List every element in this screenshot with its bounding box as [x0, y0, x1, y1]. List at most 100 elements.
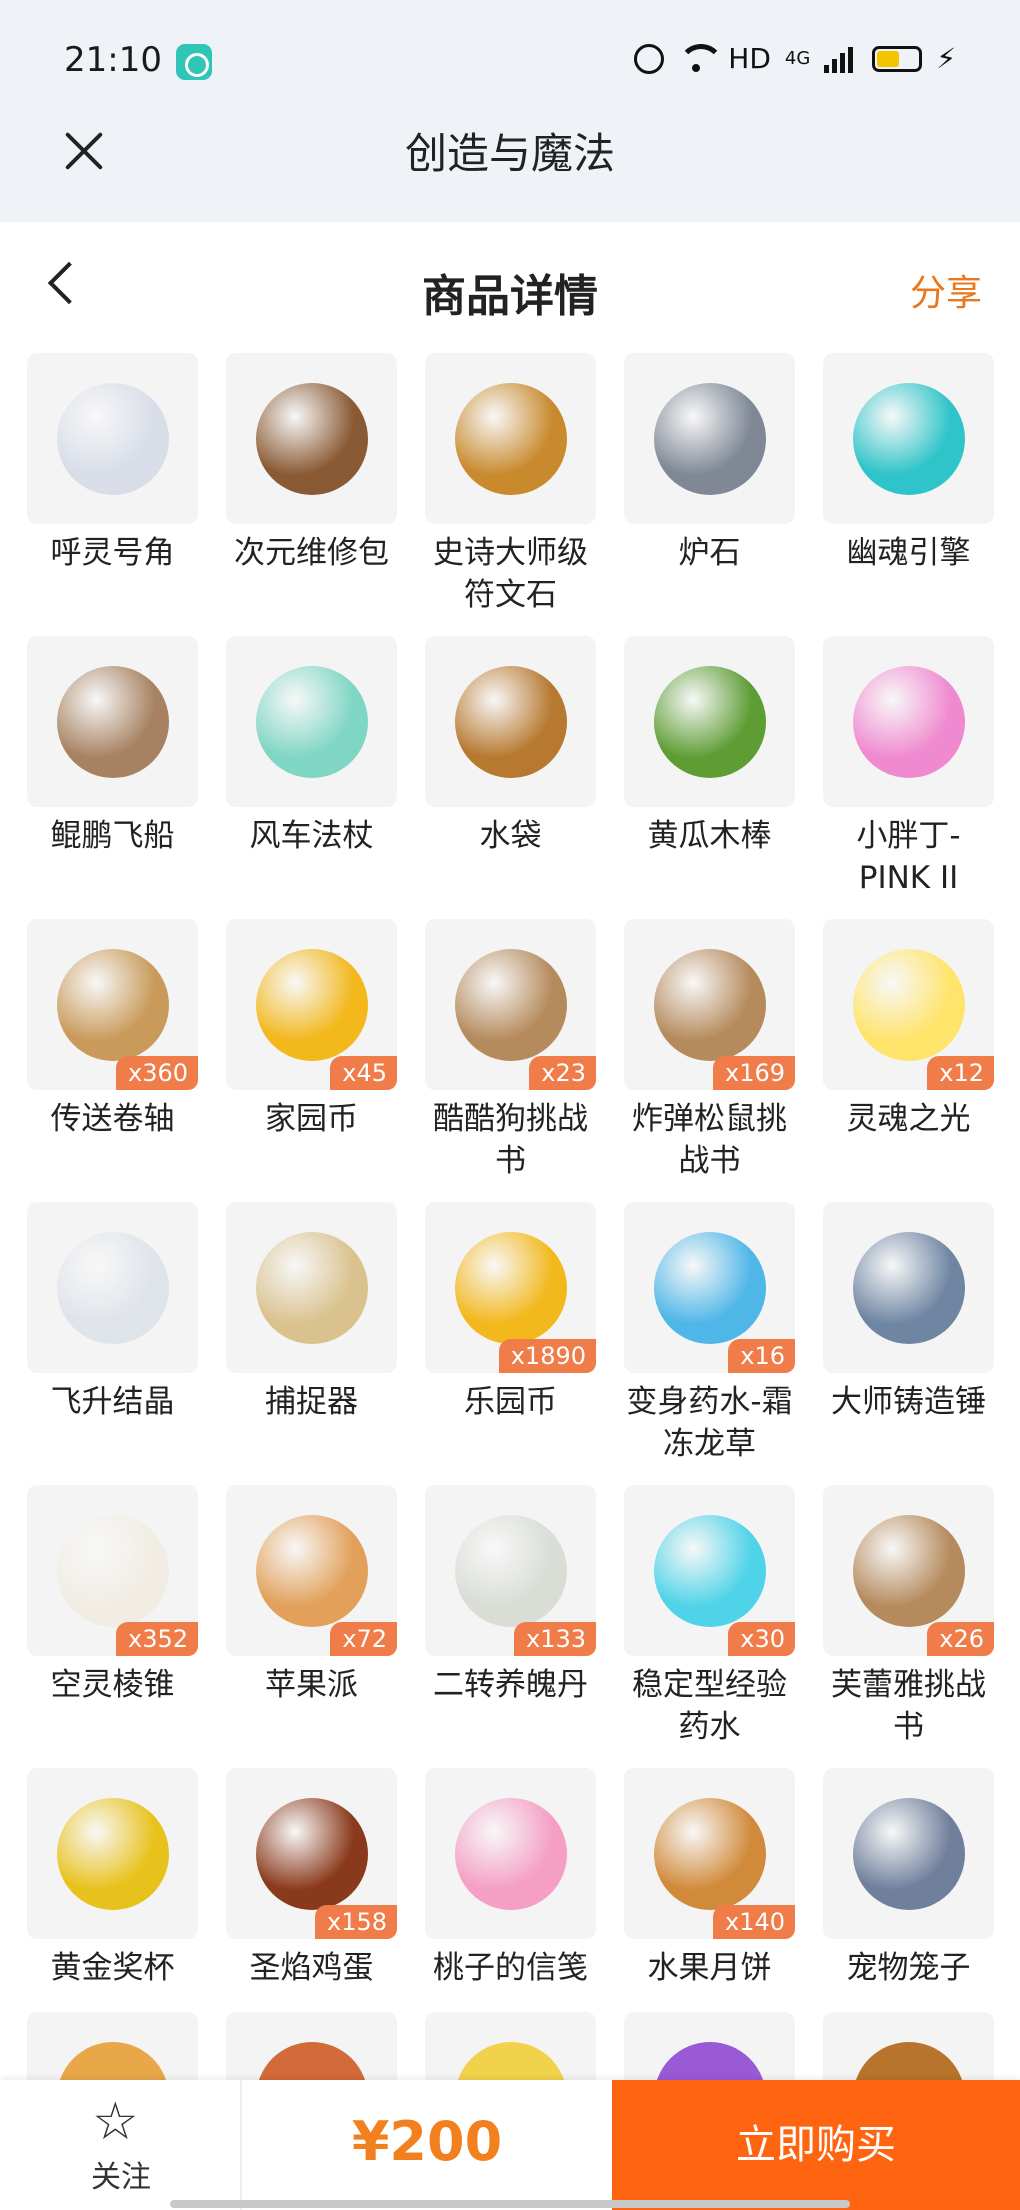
item-name: 苹果派: [265, 1667, 358, 1703]
cucumber-stick-icon: [653, 665, 766, 778]
network-label: 4G: [784, 48, 811, 69]
item-name: 次元维修包: [234, 535, 389, 571]
item-name: 大师铸造锤: [831, 1384, 986, 1420]
item-thumbnail: [226, 353, 397, 524]
grid-item[interactable]: 呼灵号角: [27, 353, 198, 636]
item-thumbnail[interactable]: [425, 2012, 596, 2082]
item-thumbnail: [624, 353, 795, 524]
grid-item[interactable]: 幽魂引擎: [823, 353, 994, 636]
grid-item[interactable]: x26 芙蕾雅挑战书: [823, 1485, 994, 1768]
item-thumbnail: x12: [823, 919, 994, 1090]
wifi-icon: [678, 43, 725, 74]
horn-icon: [56, 382, 169, 495]
item-art-icon: [454, 2041, 567, 2082]
item-thumbnail: [226, 636, 397, 807]
water-bag-icon: [454, 665, 567, 778]
status-icons: HD 4G ⚡: [634, 42, 956, 75]
item-name: 黄金奖杯: [50, 1950, 175, 1986]
item-thumbnail: [823, 1768, 994, 1939]
letter-icon: [454, 1797, 567, 1910]
park-coin-icon: [454, 1231, 567, 1344]
item-name: 炸弹松鼠挑战书: [632, 1101, 787, 1179]
item-thumbnail: x30: [624, 1485, 795, 1656]
grid-item[interactable]: x158 圣焰鸡蛋: [226, 1768, 397, 2051]
repair-bag-icon: [255, 382, 368, 495]
grid-item[interactable]: x169 炸弹松鼠挑战书: [624, 919, 795, 1202]
grid-item[interactable]: x72 苹果派: [226, 1485, 397, 1768]
quantity-badge: x158: [314, 1905, 397, 1939]
item-thumbnail: x45: [226, 919, 397, 1090]
grid-item[interactable]: x133 二转养魄丹: [425, 1485, 596, 1768]
item-thumbnail: [823, 353, 994, 524]
follow-label: 关注: [91, 2160, 151, 2195]
item-thumbnail: [425, 1768, 596, 1939]
grid-item[interactable]: 黄瓜木棒: [624, 636, 795, 919]
grid-item[interactable]: 水袋: [425, 636, 596, 919]
grid-item[interactable]: 黄金奖杯: [27, 1768, 198, 2051]
grid-item[interactable]: x1890 乐园币: [425, 1202, 596, 1485]
signal-icon: [824, 45, 858, 73]
grid-item[interactable]: 风车法杖: [226, 636, 397, 919]
item-name: 桃子的信笺: [433, 1950, 588, 1986]
ascension-crystal-icon: [56, 1231, 169, 1344]
ghost-engine-icon: [852, 382, 965, 495]
item-thumbnail[interactable]: [823, 2012, 994, 2082]
grid-item[interactable]: x352 空灵棱锥: [27, 1485, 198, 1768]
quantity-badge: x23: [529, 1056, 596, 1090]
item-name: 风车法杖: [249, 818, 374, 854]
quantity-badge: x16: [728, 1339, 795, 1373]
item-thumbnail: x352: [27, 1485, 198, 1656]
pink-car-icon: [852, 665, 965, 778]
item-thumbnail: x1890: [425, 1202, 596, 1373]
soul-light-icon: [852, 948, 965, 1061]
airship-icon: [56, 665, 169, 778]
quantity-badge: x72: [330, 1622, 397, 1656]
share-button[interactable]: 分享: [910, 264, 982, 316]
item-thumbnail: x140: [624, 1768, 795, 1939]
grid-item[interactable]: x45 家园币: [226, 919, 397, 1202]
item-name: 小胖丁-PINK II: [856, 818, 961, 896]
grid-item[interactable]: 飞升结晶: [27, 1202, 198, 1485]
item-thumbnail: x26: [823, 1485, 994, 1656]
rune-stone-icon: [454, 382, 567, 495]
item-thumbnail[interactable]: [226, 2012, 397, 2082]
quantity-badge: x169: [712, 1056, 795, 1090]
grid-item[interactable]: x23 酷酷狗挑战书: [425, 919, 596, 1202]
item-name: 芙蕾雅挑战书: [831, 1667, 986, 1745]
item-art-icon: [255, 2041, 368, 2082]
grid-item[interactable]: 小胖丁-PINK II: [823, 636, 994, 919]
buy-now-button[interactable]: 立即购买: [612, 2080, 1020, 2210]
item-thumbnail: x360: [27, 919, 198, 1090]
home-indicator: [170, 2200, 850, 2208]
grid-item[interactable]: 桃子的信笺: [425, 1768, 596, 2051]
grid-item[interactable]: x30 稳定型经验药水: [624, 1485, 795, 1768]
item-thumbnail: [27, 636, 198, 807]
item-art-icon: [852, 2041, 965, 2082]
grid-item[interactable]: 捕捉器: [226, 1202, 397, 1485]
grid-item[interactable]: x360 传送卷轴: [27, 919, 198, 1202]
grid-item[interactable]: 次元维修包: [226, 353, 397, 636]
app-bar: 创造与魔法: [0, 110, 1020, 222]
grid-item[interactable]: 史诗大师级符文石: [425, 353, 596, 636]
wanted-poster-icon: [852, 1514, 965, 1627]
grid-item[interactable]: 宠物笼子: [823, 1768, 994, 2051]
grid-item[interactable]: 鲲鹏飞船: [27, 636, 198, 919]
catcher-icon: [255, 1231, 368, 1344]
item-thumbnail: x23: [425, 919, 596, 1090]
item-thumbnail[interactable]: [624, 2012, 795, 2082]
item-name: 家园币: [265, 1101, 358, 1137]
grid-item[interactable]: x140 水果月饼: [624, 1768, 795, 2051]
grid-item[interactable]: 大师铸造锤: [823, 1202, 994, 1485]
item-name: 水果月饼: [647, 1950, 772, 1986]
elixir-bottle-icon: [454, 1514, 567, 1627]
item-thumbnail[interactable]: [27, 2012, 198, 2082]
grid-item[interactable]: x12 灵魂之光: [823, 919, 994, 1202]
star-icon: ☆: [92, 2092, 139, 2152]
item-thumbnail: x16: [624, 1202, 795, 1373]
grid-item[interactable]: 炉石: [624, 353, 795, 636]
teleport-scroll-icon: [56, 948, 169, 1061]
mooncake-icon: [653, 1797, 766, 1910]
apple-pie-icon: [255, 1514, 368, 1627]
grid-item[interactable]: x16 变身药水-霜冻龙草: [624, 1202, 795, 1485]
follow-button[interactable]: ☆ 关注: [0, 2080, 242, 2210]
